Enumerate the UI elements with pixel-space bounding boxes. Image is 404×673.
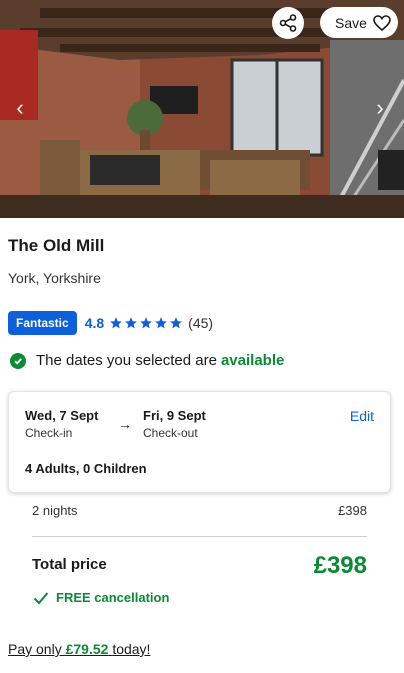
rating-row: Fantastic 4.8 (45)	[8, 311, 213, 335]
pay-suffix: today!	[112, 641, 151, 657]
rating-badge: Fantastic	[8, 311, 77, 335]
chevron-right-icon: ›	[376, 95, 384, 120]
checkout-label: Check-out	[143, 426, 198, 440]
checkin-label: Check-in	[25, 426, 73, 440]
pay-today-link[interactable]: Pay only £79.52 today!	[8, 641, 150, 657]
checkout-date: Fri, 9 Sept	[143, 408, 206, 423]
nights-price-row: 2 nights £398	[32, 503, 367, 518]
star-icon	[125, 317, 137, 329]
nights-price: £398	[338, 503, 367, 518]
chevron-left-icon: ‹	[16, 95, 24, 120]
pay-prefix: Pay only	[8, 641, 62, 657]
property-title: The Old Mill	[8, 236, 105, 255]
checkout-block[interactable]: Fri, 9 Sept Check-out	[143, 408, 206, 440]
checkin-block[interactable]: Wed, 7 Sept Check-in	[25, 408, 98, 440]
star-rating	[109, 316, 183, 330]
booking-summary-card: Wed, 7 Sept Check-in → Fri, 9 Sept Check…	[8, 391, 391, 493]
checkin-date: Wed, 7 Sept	[25, 408, 99, 423]
free-cancellation-label: FREE cancellation	[56, 590, 170, 605]
guest-count: 4 Adults, 0 Children	[25, 461, 147, 476]
rating-score: 4.8	[84, 315, 105, 331]
next-photo-button[interactable]: ›	[368, 92, 392, 124]
pay-amount: £79.52	[65, 641, 109, 657]
review-count[interactable]: (45)	[188, 315, 213, 331]
arrow-right-icon: →	[118, 416, 132, 432]
free-cancellation: FREE cancellation	[33, 590, 169, 605]
share-button[interactable]	[272, 7, 304, 39]
share-icon	[279, 14, 297, 32]
availability-message: The dates you selected are available	[10, 352, 284, 369]
star-icon	[140, 317, 152, 329]
property-photo[interactable]: ‹ › Save	[0, 0, 404, 218]
star-icon	[170, 317, 182, 329]
total-price-amount: £398	[313, 552, 367, 579]
check-circle-icon	[10, 352, 26, 369]
checkmark-icon	[33, 591, 49, 605]
property-location: York, Yorkshire	[8, 270, 101, 286]
star-icon	[110, 317, 122, 329]
nights-label: 2 nights	[32, 503, 78, 518]
total-price-label: Total price	[32, 556, 107, 573]
availability-prefix: The dates you selected are	[36, 352, 217, 369]
availability-status: available	[220, 352, 285, 369]
edit-dates-button[interactable]: Edit	[350, 408, 374, 424]
save-button[interactable]: Save	[320, 7, 398, 38]
price-divider	[32, 536, 367, 537]
save-label: Save	[335, 14, 367, 31]
star-icon	[155, 317, 167, 329]
heart-icon	[373, 14, 391, 31]
previous-photo-button[interactable]: ‹	[8, 92, 32, 124]
